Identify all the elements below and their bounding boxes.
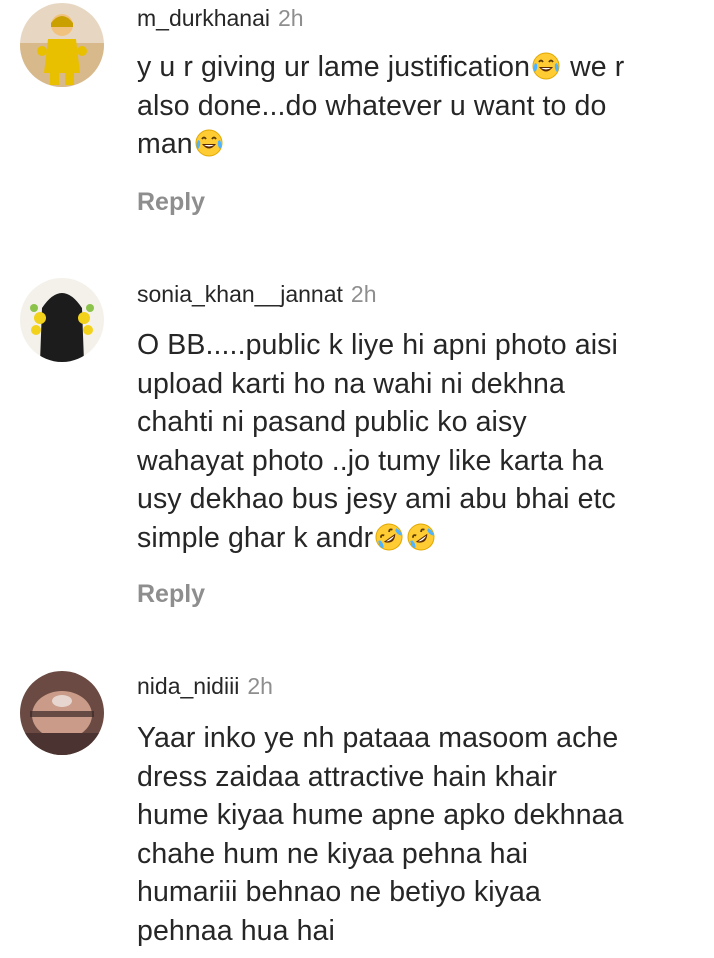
comment-text: y u r giving ur lame justification we r … (137, 48, 700, 164)
comment-meta: m_durkhanai 2h (137, 3, 700, 33)
comment-line: wahayat photo ..jo tumy like karta ha (137, 444, 604, 477)
comment-line: also done...do whatever u want to do (137, 89, 607, 122)
comment-line: hume kiyaa hume apne apko dekhnaa (137, 799, 624, 831)
timestamp: 2h (350, 281, 377, 307)
comment-line: y u r giving ur lame justification we r (137, 51, 625, 83)
joy-emoji-icon (531, 51, 561, 81)
comment-line: humariii behnao ne betiyo kiyaa (137, 876, 541, 908)
rofl-emoji-icon (406, 522, 436, 552)
comment-line: chahe hum ne kiyaa pehna hai (137, 837, 529, 870)
comment-text: Yaar inko ye nh pataaa masoom ache dress… (137, 719, 700, 950)
avatar[interactable] (20, 671, 104, 755)
joy-emoji-icon (194, 128, 224, 158)
reply-button[interactable]: Reply (137, 579, 700, 609)
comment-meta: nida_nidiii 2h (137, 671, 700, 701)
avatar[interactable] (20, 278, 104, 362)
username[interactable]: sonia_khan__jannat (137, 281, 343, 307)
rofl-emoji-icon (374, 522, 404, 552)
comment-meta: sonia_khan__jannat 2h (137, 279, 700, 309)
comment-line: simple ghar k andr (137, 519, 700, 558)
comment-line: dress zaidaa attractive hain khair (137, 760, 558, 793)
comment-line: usy dekhao bus jesy ami abu bhai etc (137, 483, 616, 515)
username[interactable]: m_durkhanai (137, 5, 270, 31)
reply-button[interactable]: Reply (137, 187, 700, 217)
timestamp: 2h (247, 673, 273, 699)
comment-line: upload karti ho na wahi ni dekhna (137, 367, 565, 400)
comment-line: man (137, 125, 700, 164)
comment-line: O BB.....public k liye hi apni photo ais… (137, 329, 618, 361)
comment-text: O BB.....public k liye hi apni photo ais… (137, 326, 700, 557)
username[interactable]: nida_nidiii (137, 673, 239, 699)
comment-line: pehnaa hua hai (137, 914, 335, 947)
comment-line: Yaar inko ye nh pataaa masoom ache (137, 722, 619, 754)
avatar[interactable] (20, 3, 104, 87)
timestamp: 2h (277, 5, 304, 31)
comment-line: chahti ni pasand public ko aisy (137, 406, 527, 438)
